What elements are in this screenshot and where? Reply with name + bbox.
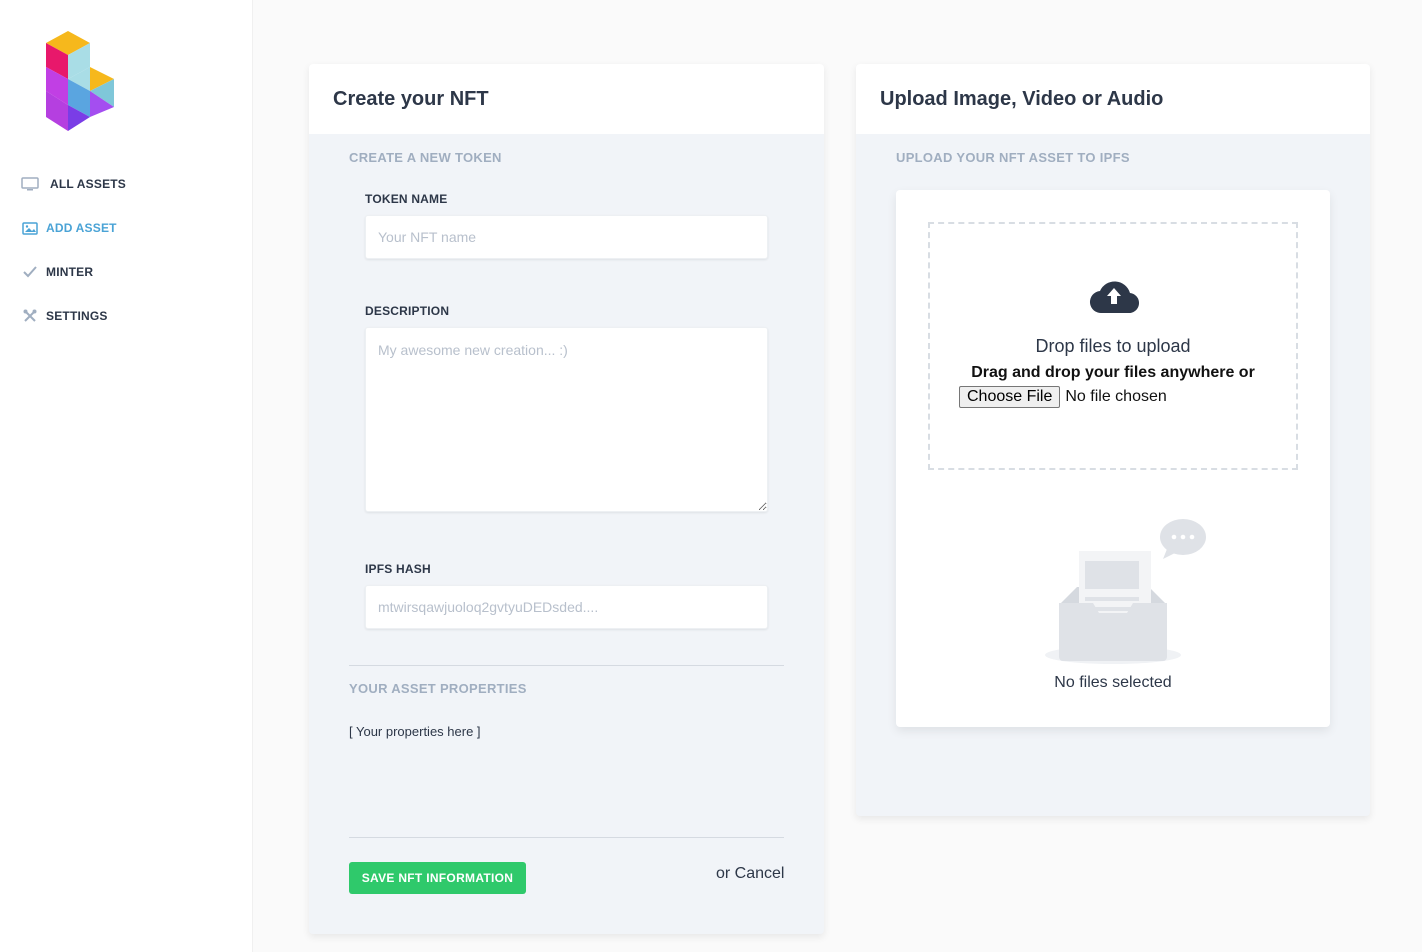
dropzone[interactable]: Drop files to upload Drag and drop your … [928, 222, 1298, 470]
save-nft-button[interactable]: SAVE NFT INFORMATION [349, 862, 526, 894]
divider [349, 837, 784, 838]
drop-files-title: Drop files to upload [1035, 336, 1191, 356]
monitor-icon [20, 174, 40, 194]
create-nft-card: Create your NFT CREATE A NEW TOKEN TOKEN… [309, 64, 824, 934]
asset-properties-text: [ Your properties here ] [349, 724, 481, 739]
token-name-label: TOKEN NAME [365, 192, 448, 206]
sidebar-item-all-assets[interactable]: ALL ASSETS [20, 172, 126, 196]
sidebar: ALL ASSETS ADD ASSET MINTER SETTINGS [0, 0, 253, 952]
check-icon [20, 262, 40, 282]
tools-icon [20, 306, 40, 326]
sidebar-item-label: ALL ASSETS [50, 177, 127, 191]
no-file-chosen-text: No file chosen [1065, 388, 1167, 405]
divider [349, 665, 784, 666]
sidebar-item-settings[interactable]: SETTINGS [20, 304, 126, 328]
empty-inbox-illustration [1045, 519, 1206, 664]
file-picker: Choose File No file chosen [959, 386, 1167, 408]
asset-properties-title: YOUR ASSET PROPERTIES [349, 681, 527, 696]
no-files-selected-text: No files selected [1054, 674, 1172, 691]
image-icon [20, 218, 40, 238]
create-nft-title: Create your NFT [309, 64, 824, 134]
choose-file-button[interactable]: Choose File [959, 386, 1061, 408]
sidebar-item-label: SETTINGS [46, 309, 108, 323]
ipfs-hash-label: IPFS HASH [365, 562, 431, 576]
cloud-upload-icon [1089, 281, 1140, 314]
sidebar-item-minter[interactable]: MINTER [20, 260, 126, 284]
create-token-section-title: CREATE A NEW TOKEN [349, 150, 502, 165]
sidebar-item-label: MINTER [46, 265, 94, 279]
upload-card: Upload Image, Video or Audio UPLOAD YOUR… [856, 64, 1370, 816]
sidebar-item-add-asset[interactable]: ADD ASSET [20, 216, 126, 240]
description-textarea[interactable] [365, 327, 768, 512]
drop-files-subtitle: Drag and drop your files anywhere or [971, 364, 1255, 381]
sidebar-item-label: ADD ASSET [46, 221, 117, 235]
description-label: DESCRIPTION [365, 304, 450, 318]
upload-section-title: UPLOAD YOUR NFT ASSET TO IPFS [896, 150, 1130, 165]
main-content: Create your NFT CREATE A NEW TOKEN TOKEN… [254, 0, 1422, 952]
upload-title: Upload Image, Video or Audio [856, 64, 1370, 134]
upload-panel: Drop files to upload Drag and drop your … [896, 190, 1330, 727]
token-name-input[interactable] [365, 215, 768, 259]
logo-icon[interactable] [44, 31, 118, 133]
cancel-link[interactable]: or Cancel [716, 865, 784, 883]
sidebar-nav: ALL ASSETS ADD ASSET MINTER SETTINGS [20, 172, 126, 348]
ipfs-hash-input[interactable] [365, 585, 768, 629]
